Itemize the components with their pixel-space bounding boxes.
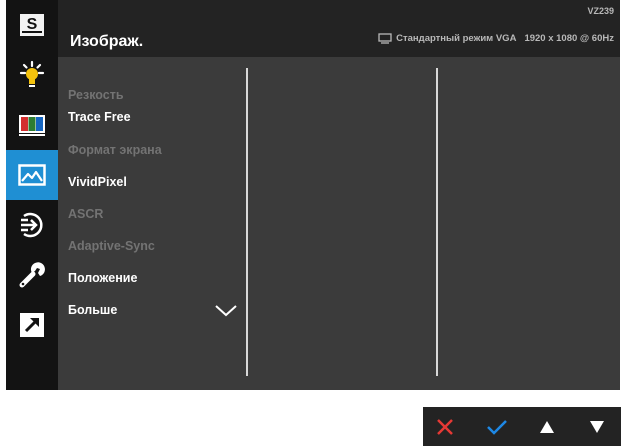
navigation-keys (423, 407, 621, 446)
page-title: Изображ. (70, 33, 144, 50)
sidebar-item-color[interactable] (6, 100, 58, 150)
sidebar-item-image[interactable] (6, 150, 58, 200)
sidebar-item-input-select[interactable] (6, 200, 58, 250)
sidebar: S (6, 0, 58, 390)
down-key[interactable] (575, 407, 619, 446)
status-info: Стандартный режим VGA 1920 x 1080 @ 60Hz (378, 33, 614, 44)
menu-item-adaptive-sync: Adaptive-Sync (68, 239, 155, 253)
sidebar-item-shortcut[interactable] (6, 300, 58, 350)
menu-item-ascr: ASCR (68, 207, 104, 221)
sidebar-item-splendid[interactable]: S (6, 0, 58, 50)
wrench-icon (19, 262, 45, 288)
close-icon (437, 418, 453, 435)
triangle-up-icon (540, 420, 554, 433)
menu-item-aspect-control: Формат экрана (68, 143, 162, 157)
sidebar-item-blue-light-filter[interactable] (6, 50, 58, 100)
resolution-text: 1920 x 1080 @ 60Hz (524, 33, 614, 44)
column-divider-2 (436, 68, 438, 376)
menu-item-more[interactable]: Больше (68, 302, 117, 318)
menu-item-trace-free[interactable]: Trace Free (68, 109, 131, 125)
close-key[interactable] (423, 407, 467, 446)
confirm-key[interactable] (475, 407, 519, 446)
model-name: VZ239 (587, 6, 614, 16)
column-divider-1 (246, 68, 248, 376)
color-bars-icon (19, 115, 45, 136)
up-key[interactable] (525, 407, 569, 446)
picture-icon (18, 164, 46, 186)
main-panel: Изображ. VZ239 Стандартный режим VGA 192… (58, 0, 620, 390)
light-bulb-icon (19, 60, 45, 87)
menu-item-vividpixel[interactable]: VividPixel (68, 174, 127, 190)
mode-text: Стандартный режим VGA (396, 33, 517, 44)
menu-item-position[interactable]: Положение (68, 270, 137, 286)
header: Изображ. VZ239 Стандартный режим VGA 192… (58, 0, 620, 57)
shortcut-arrow-icon (20, 313, 44, 337)
check-icon (487, 419, 507, 435)
menu-item-sharpness: Резкость (68, 88, 124, 102)
triangle-down-icon (590, 420, 604, 433)
osd-menu: S Изображ. VZ239 Стандартный режим VGA 1… (6, 0, 620, 390)
input-select-icon (21, 212, 43, 238)
chevron-down-icon[interactable] (214, 303, 238, 317)
s-icon: S (20, 14, 44, 36)
sidebar-item-system-setup[interactable] (6, 250, 58, 300)
monitor-icon (378, 33, 392, 44)
